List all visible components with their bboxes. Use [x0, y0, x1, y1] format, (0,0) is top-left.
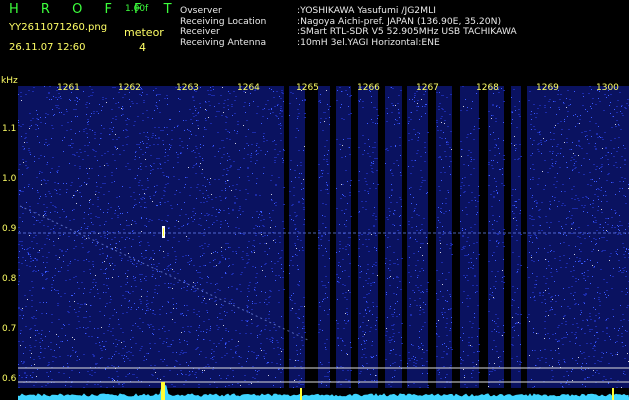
y-tick-label: 1.1: [2, 124, 17, 134]
x-tick-label: 1265: [296, 83, 319, 93]
data-gap: [378, 86, 385, 388]
header-panel: H R O F F T 1.00f YY2611071260.png 26.11…: [0, 0, 629, 76]
info-value: :YOSHIKAWA Yasufumi /JG2MLI: [297, 5, 436, 16]
data-gap: [305, 86, 318, 388]
image-filename: YY2611071260.png: [9, 22, 108, 33]
data-gap: [504, 86, 511, 388]
meteor-count: 4: [139, 41, 146, 54]
data-gap: [479, 86, 488, 388]
x-tick-label: 1268: [476, 83, 499, 93]
meteor-level-spike: [161, 382, 165, 400]
y-tick-label: 0.8: [2, 274, 17, 284]
x-tick-label: 1300: [596, 83, 619, 93]
info-key: Receiver: [180, 26, 220, 37]
meteor-label: meteor: [124, 26, 164, 39]
data-gap: [351, 86, 358, 388]
app-version: 1.00f: [125, 4, 149, 14]
x-tick-label: 1266: [357, 83, 380, 93]
meteor-level-spike: [612, 388, 614, 400]
x-tick-label: 1269: [536, 83, 559, 93]
data-gap: [284, 86, 289, 388]
x-tick-label: 1262: [118, 83, 141, 93]
y-axis-unit: kHz: [1, 76, 18, 86]
info-row-antenna: Receiving Antenna :10mH 3el.YAGI Horizont…: [180, 36, 517, 49]
data-gap: [452, 86, 460, 388]
info-value: :10mH 3el.YAGI Horizontal:ENE: [297, 36, 440, 48]
app-name: H R O F F T: [9, 2, 181, 17]
y-tick-label: 1.0: [2, 174, 17, 184]
meteor-level-spike: [300, 388, 302, 400]
station-info: Ovserver :YOSHIKAWA Yasufumi /JG2MLI Rece…: [180, 5, 517, 49]
y-tick-label: 0.9: [2, 224, 17, 234]
info-value: :Nagoya Aichi-pref. JAPAN (136.90E, 35.2…: [297, 15, 502, 27]
info-value: :SMart RTL-SDR V5 52.905MHz USB TACHIKAW…: [297, 26, 517, 37]
x-tick-label: 1267: [416, 83, 439, 93]
meteor-echo-core: [163, 228, 164, 236]
spectrogram-canvas: [0, 76, 629, 400]
data-gap: [402, 86, 407, 388]
x-tick-label: 1264: [237, 83, 260, 93]
x-tick-label: 1261: [57, 83, 80, 93]
data-gap: [521, 86, 527, 388]
info-key: Receiving Antenna: [180, 36, 267, 48]
data-gap: [330, 86, 336, 388]
noise-field: [18, 86, 629, 388]
x-tick-label: 1263: [176, 83, 199, 93]
data-gap: [428, 86, 436, 388]
timestamp: 26.11.07 12:60: [9, 42, 86, 53]
y-tick-label: 0.7: [2, 324, 17, 334]
info-key: Ovserver: [180, 5, 222, 16]
spectrogram-plot: kHz 1.1 1.0 0.9 0.8 0.7 0.6 1261 1262 12…: [0, 76, 629, 400]
y-tick-label: 0.6: [2, 374, 17, 384]
